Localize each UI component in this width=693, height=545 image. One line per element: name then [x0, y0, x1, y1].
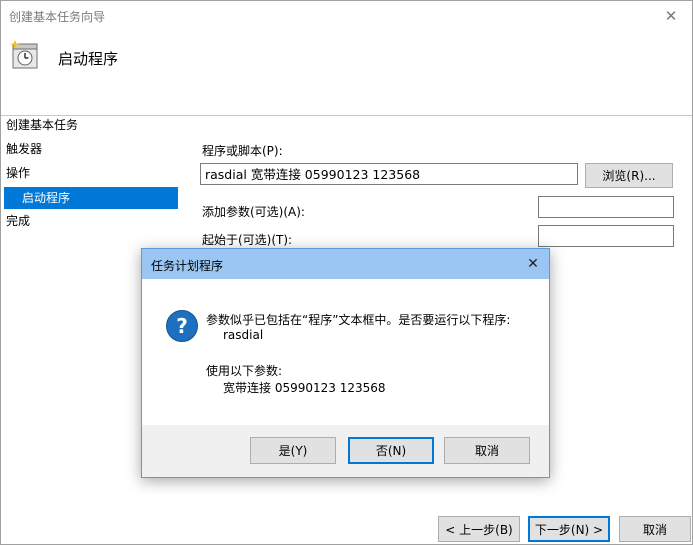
args-input[interactable] [538, 196, 674, 218]
no-button[interactable]: 否(N) [348, 437, 434, 464]
dialog-title: 任务计划程序 [151, 259, 224, 273]
cancel-button[interactable]: 取消 [619, 516, 691, 542]
nav-item-start-program: 启动程序 [4, 187, 178, 209]
start-in-input[interactable] [538, 225, 674, 247]
args-label: 添加参数(可选)(A): [202, 205, 305, 219]
yes-button[interactable]: 是(Y) [250, 437, 336, 464]
task-scheduler-icon [10, 40, 38, 69]
dialog-cancel-button[interactable]: 取消 [444, 437, 530, 464]
window-title: 创建基本任务向导 [9, 10, 106, 24]
start-in-label: 起始于(可选)(T): [202, 233, 293, 247]
confirm-dialog: 任务计划程序 ✕ ? 参数似乎已包括在“程序”文本框中。是否要运行以下程序: r… [141, 248, 550, 478]
close-icon[interactable]: ✕ [520, 252, 546, 276]
nav-item-action: 操作 [6, 166, 31, 180]
wizard-header: 启动程序 [1, 31, 692, 116]
program-input[interactable]: rasdial 宽带连接 05990123 123568 [200, 163, 578, 185]
nav-item-trigger: 触发器 [6, 142, 43, 156]
nav-item-create-task: 创建基本任务 [6, 118, 79, 132]
back-button[interactable]: < 上一步(B) [438, 516, 520, 542]
question-icon: ? [166, 310, 198, 342]
wizard-titlebar[interactable]: 创建基本任务向导 ✕ [1, 1, 692, 31]
dialog-message: 参数似乎已包括在“程序”文本框中。是否要运行以下程序: [206, 313, 511, 327]
dialog-titlebar[interactable]: 任务计划程序 ✕ [142, 249, 549, 279]
browse-button[interactable]: 浏览(R)... [585, 163, 673, 188]
dialog-footer: 是(Y) 否(N) 取消 [142, 425, 549, 477]
dialog-args-intro: 使用以下参数: [206, 364, 283, 378]
nav-item-finish: 完成 [6, 214, 31, 228]
nav-item-label: 启动程序 [22, 191, 71, 205]
close-icon[interactable]: ✕ [653, 3, 689, 29]
dialog-program-name: rasdial [223, 328, 264, 342]
next-button[interactable]: 下一步(N) > [528, 516, 610, 542]
program-label: 程序或脚本(P): [202, 144, 283, 158]
dialog-args: 宽带连接 05990123 123568 [223, 381, 386, 395]
page-title: 启动程序 [58, 50, 119, 68]
